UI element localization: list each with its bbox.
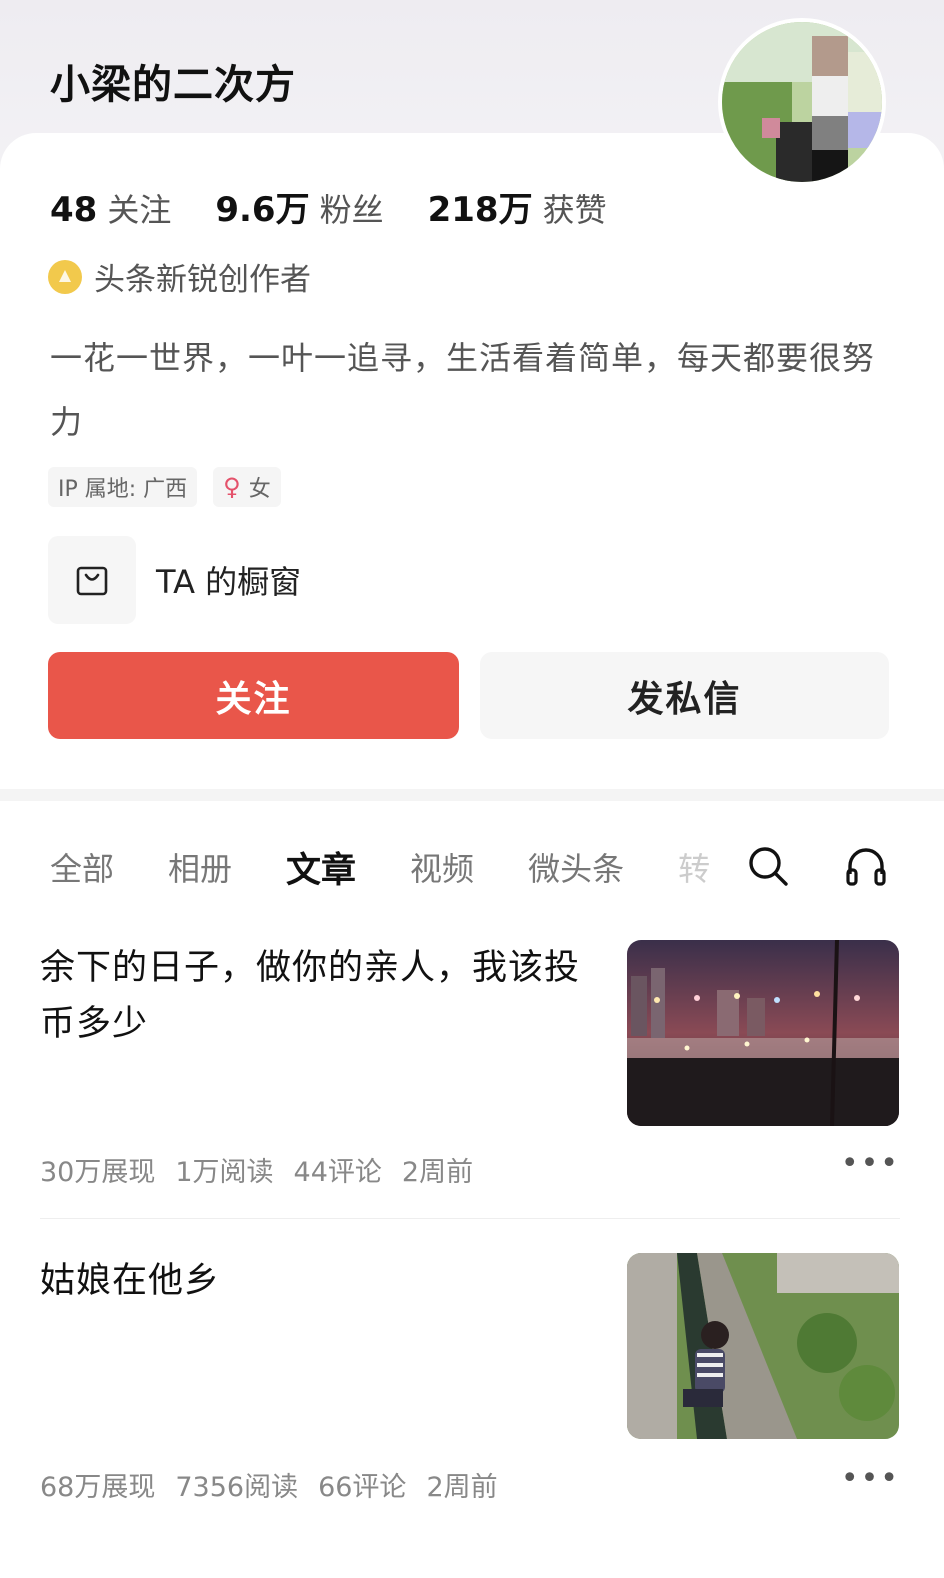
search-icon[interactable] [744,842,792,890]
article-meta: 68万展现 7356阅读 66评论 2周前 [40,1465,518,1504]
section-divider [0,789,944,801]
content-tabs: 全部 相册 文章 视频 微头条 转 [50,842,764,892]
ip-location-tag: IP 属地: 广西 [48,467,198,507]
stat-number: 48 [50,190,98,230]
article-time: 2周前 [401,1157,474,1188]
profile-stats: 48 关注 9.6万 粉丝 218万 获赞 [50,182,651,231]
article-time: 2周前 [426,1472,498,1503]
follow-button[interactable]: 关注 [48,652,459,739]
article-reads: 1万阅读 [175,1157,274,1188]
more-options-icon[interactable]: ••• [841,1146,900,1181]
tab-actions [744,842,940,890]
shop-window-entry[interactable]: TA 的橱窗 [48,536,301,624]
tab-reposts[interactable]: 转 [678,844,710,890]
profile-username: 小梁的二次方 [50,62,296,108]
article-item[interactable]: 姑娘在他乡 68万展现 7356阅读 66评论 2周前 ••• [40,1253,900,1513]
article-title: 姑娘在他乡 [40,1261,221,1301]
creator-badge[interactable]: 头条新锐创作者 [48,254,311,299]
shopping-bag-icon [48,536,136,624]
tab-videos[interactable]: 视频 [410,844,474,890]
article-comments: 44评论 [293,1157,382,1188]
headphones-icon[interactable] [842,842,890,890]
list-divider [40,1218,900,1219]
tab-micro-posts[interactable]: 微头条 [528,844,624,890]
profile-tags: IP 属地: 广西 ♀ 女 [48,467,297,507]
article-thumbnail [627,940,899,1126]
article-impressions: 68万展现 [40,1472,156,1503]
creator-badge-label: 头条新锐创作者 [94,262,311,298]
tab-all[interactable]: 全部 [50,844,114,890]
tab-articles[interactable]: 文章 [286,842,356,893]
creator-badge-icon [48,259,82,294]
profile-bio: 一花一世界，一叶一追寻，生活看着简单，每天都要很努力 [50,339,876,441]
stat-label: 获赞 [542,191,607,229]
more-options-icon[interactable]: ••• [841,1461,900,1496]
stat-fans[interactable]: 9.6万 粉丝 [215,182,383,231]
article-item[interactable]: 余下的日子，做你的亲人，我该投币多少 30万展现 1万阅读 44评论 2周前 •… [40,940,900,1200]
tab-albums[interactable]: 相册 [168,844,232,890]
gender-tag: ♀ 女 [213,467,281,507]
stat-following[interactable]: 48 关注 [50,185,171,231]
article-impressions: 30万展现 [40,1157,156,1188]
article-thumbnail [627,1253,899,1439]
stat-label: 粉丝 [319,191,384,229]
avatar[interactable] [718,18,886,186]
article-reads: 7356阅读 [175,1472,299,1503]
shop-window-label: TA 的橱窗 [156,563,302,601]
message-button[interactable]: 发私信 [480,652,889,739]
stat-label: 关注 [107,191,172,229]
article-meta: 30万展现 1万阅读 44评论 2周前 [40,1150,493,1189]
gender-label: 女 [248,477,271,502]
female-icon: ♀ [223,473,241,501]
article-comments: 66评论 [318,1472,407,1503]
article-title: 余下的日子，做你的亲人，我该投币多少 [40,948,581,1044]
stat-number: 218万 [427,190,533,230]
stat-number: 9.6万 [215,190,310,230]
stat-likes[interactable]: 218万 获赞 [428,182,607,231]
